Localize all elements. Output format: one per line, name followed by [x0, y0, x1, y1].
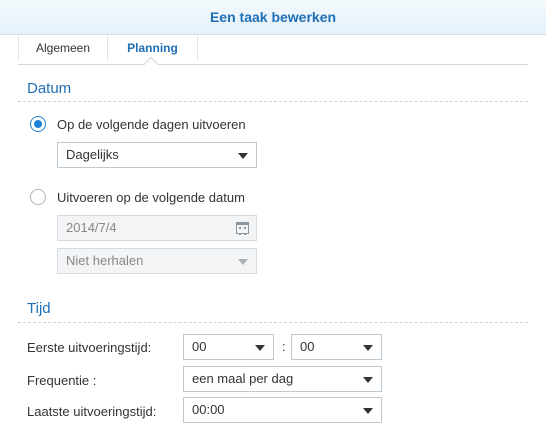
radio-label-date: Uitvoeren op de volgende datum: [57, 190, 245, 205]
first-run-hour-value: 00: [192, 339, 207, 354]
frequency-value: een maal per dag: [192, 371, 294, 386]
tab-general[interactable]: Algemeen: [18, 35, 108, 61]
radio-button-unselected[interactable]: [30, 189, 46, 205]
repeat-select[interactable]: Niet herhalen: [57, 248, 257, 274]
chevron-down-icon: [255, 345, 265, 351]
radio-option-days[interactable]: Op de volgende dagen uitvoeren: [30, 115, 300, 135]
last-run-select[interactable]: 00:00: [183, 397, 382, 423]
dialog-title: Een taak bewerken: [209, 9, 337, 25]
first-run-label: Eerste uitvoeringstijd:: [27, 340, 152, 355]
chevron-down-icon: [363, 345, 373, 351]
radio-label-days: Op de volgende dagen uitvoeren: [57, 117, 246, 132]
section-divider: [18, 322, 528, 323]
chevron-down-icon: [238, 153, 248, 159]
last-run-label: Laatste uitvoeringstijd:: [27, 404, 157, 419]
first-run-hour-select[interactable]: 00: [183, 334, 274, 360]
days-select-value: Dagelijks: [66, 147, 119, 162]
dialog-titlebar: Een taak bewerken: [0, 0, 546, 35]
section-title-date: Datum: [27, 80, 72, 97]
chevron-down-icon: [363, 377, 373, 383]
tab-bar: Algemeen Planning: [18, 35, 528, 72]
radio-option-date[interactable]: Uitvoeren op de volgende datum: [30, 188, 300, 208]
time-separator: :: [282, 339, 286, 354]
chevron-down-icon: [238, 259, 248, 265]
date-field[interactable]: 2014/7/4: [57, 215, 257, 241]
tab-planning[interactable]: Planning: [108, 35, 198, 61]
radio-button-selected[interactable]: [30, 116, 46, 132]
first-run-minute-select[interactable]: 00: [291, 334, 382, 360]
section-divider: [18, 101, 528, 102]
last-run-value: 00:00: [192, 402, 225, 417]
date-field-value: 2014/7/4: [66, 220, 117, 235]
repeat-select-value: Niet herhalen: [66, 253, 144, 268]
section-title-time: Tijd: [27, 300, 51, 317]
first-run-minute-value: 00: [300, 339, 315, 354]
frequency-select[interactable]: een maal per dag: [183, 366, 382, 392]
frequency-label: Frequentie :: [27, 373, 97, 388]
calendar-icon[interactable]: [236, 222, 249, 235]
chevron-down-icon: [363, 408, 373, 414]
days-select[interactable]: Dagelijks: [57, 142, 257, 168]
